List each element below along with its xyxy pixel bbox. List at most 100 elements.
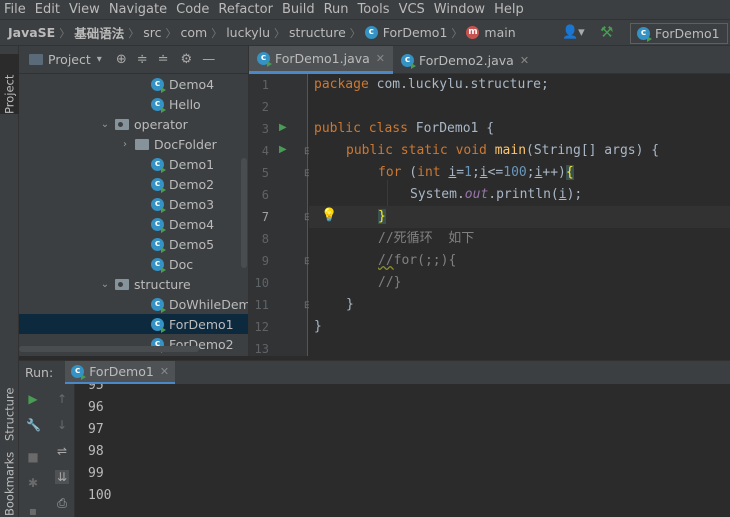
tree-item[interactable]: c Demo4 xyxy=(19,214,248,234)
print-icon[interactable]: ⎙ xyxy=(55,496,69,510)
breadcrumb-class[interactable]: c ForDemo1 xyxy=(364,25,447,40)
console-output[interactable]: 95 96 97 98 99 100 xyxy=(75,384,730,517)
chevron-right-icon: 〉 xyxy=(211,26,223,40)
menu-refactor[interactable]: Refactor xyxy=(214,0,278,19)
menu-build[interactable]: Build xyxy=(278,0,320,19)
breadcrumb-project[interactable]: JavaSE xyxy=(8,25,55,40)
line-number: 1 xyxy=(261,78,269,92)
menu-tools[interactable]: Tools xyxy=(354,0,395,19)
soft-wrap-icon[interactable]: ⇌ xyxy=(55,444,69,458)
gear-icon[interactable]: ⚙ xyxy=(181,52,193,67)
breadcrumb-structure[interactable]: structure xyxy=(289,25,346,40)
wrench-icon[interactable]: 🔧 xyxy=(26,418,41,432)
layout-icon[interactable]: ▪ xyxy=(26,504,40,517)
run-config-select[interactable]: c ForDemo1 xyxy=(630,23,728,44)
code-line-4: public static void main(String[] args) { xyxy=(346,143,660,158)
menu-run[interactable]: Run xyxy=(320,0,354,19)
tree-item[interactable]: c Demo3 xyxy=(19,194,248,214)
tree-item[interactable]: c Demo4 xyxy=(19,74,248,94)
stop-icon[interactable]: ■ xyxy=(26,450,40,464)
close-icon[interactable]: ✕ xyxy=(376,52,385,65)
debug-icon[interactable]: ✱ xyxy=(26,476,40,490)
code-line-7: } xyxy=(378,209,386,224)
line-number: 8 xyxy=(261,232,269,246)
breadcrumb-src[interactable]: src xyxy=(143,25,161,40)
close-icon[interactable]: ✕ xyxy=(160,365,169,378)
minimize-icon[interactable]: — xyxy=(202,52,215,67)
run-gutter-icon[interactable]: ▶ xyxy=(279,144,287,155)
lightbulb-icon[interactable]: 💡 xyxy=(321,208,337,223)
tree-item[interactable]: › DocFolder xyxy=(19,134,248,154)
chevron-down-icon[interactable]: ▾ xyxy=(97,54,102,65)
left-tool-strip: Project Structure Bookmarks xyxy=(0,46,19,517)
tree-item[interactable]: c Hello xyxy=(19,94,248,114)
menu-help[interactable]: Help xyxy=(490,0,529,19)
method-icon: m xyxy=(466,26,480,39)
class-icon: c xyxy=(151,97,166,113)
tree-item[interactable]: c Demo1 xyxy=(19,154,248,174)
tab-fordemo2[interactable]: c ForDemo2.java ✕ xyxy=(393,46,537,74)
tab-fordemo1[interactable]: c ForDemo1.java ✕ xyxy=(249,46,394,74)
code-editor[interactable]: 💡 package com.luckylu.structure; public … xyxy=(309,74,730,356)
scroll-down-icon[interactable]: ↓ xyxy=(55,418,69,432)
tree-item[interactable]: c Demo2 xyxy=(19,174,248,194)
tree-item[interactable]: c ForDemo1 xyxy=(19,314,248,334)
scroll-up-icon[interactable]: ↑ xyxy=(55,392,69,406)
menu-navigate[interactable]: Navigate xyxy=(105,0,172,19)
console-line: 99 xyxy=(88,466,104,481)
menu-file[interactable]: File xyxy=(0,0,31,19)
close-icon[interactable]: ✕ xyxy=(520,54,529,67)
breadcrumb-method[interactable]: m main xyxy=(466,25,516,40)
menu-view[interactable]: View xyxy=(65,0,105,19)
editor-tab-bar: c ForDemo1.java ✕ c ForDemo2.java ✕ xyxy=(249,46,730,74)
locate-icon[interactable]: ⊕ xyxy=(116,52,127,67)
line-number: 2 xyxy=(261,100,269,114)
code-line-6: System.out.println(i); xyxy=(410,187,583,202)
tree-item[interactable]: c Doc xyxy=(19,254,248,274)
collapse-all-icon[interactable]: ≐ xyxy=(158,52,169,67)
menu-code[interactable]: Code xyxy=(172,0,214,19)
tree-item[interactable]: cDoWhileDemo xyxy=(19,294,248,314)
project-view-icon xyxy=(29,54,43,65)
tree-scrollbar[interactable] xyxy=(241,158,247,268)
menu-vcs[interactable]: VCS xyxy=(395,0,430,19)
line-number: 11 xyxy=(254,298,269,312)
run-gutter-icon[interactable]: ▶ xyxy=(279,122,287,133)
tree-item[interactable]: c Demo5 xyxy=(19,234,248,254)
project-view-select[interactable]: Project xyxy=(48,52,91,67)
menu-window[interactable]: Window xyxy=(430,0,490,19)
run-panel-header: Run: c ForDemo1 ✕ xyxy=(19,360,730,385)
code-line-5: for (int i=1;i<=100;i++){ xyxy=(378,165,574,180)
code-line-8: //死循环 如下 xyxy=(378,231,475,246)
breadcrumb-module[interactable]: 基础语法 xyxy=(74,23,124,42)
tree-item[interactable]: ⌄ operator xyxy=(19,114,248,134)
build-hammer-icon[interactable]: ⚒ xyxy=(600,23,613,41)
line-number: 4 xyxy=(261,144,269,158)
breadcrumb-luckylu[interactable]: luckylu xyxy=(226,25,270,40)
chevron-right-icon[interactable]: › xyxy=(119,139,131,150)
run-tab[interactable]: c ForDemo1 ✕ xyxy=(65,360,176,385)
chevron-down-icon[interactable]: ⌄ xyxy=(99,119,111,130)
tab-structure-tool[interactable]: Structure xyxy=(0,371,19,442)
scroll-to-end-icon[interactable]: ⇊ xyxy=(55,470,69,484)
code-line-9: //for(;;){ xyxy=(378,253,457,268)
tree-item-label: structure xyxy=(134,276,191,292)
console-line: 98 xyxy=(88,444,104,459)
expand-all-icon[interactable]: ≑ xyxy=(137,52,148,67)
breadcrumb-com[interactable]: com xyxy=(180,25,207,40)
indent-guide xyxy=(387,180,388,206)
run-label: Run: xyxy=(25,365,54,380)
code-line-12: } xyxy=(314,319,322,334)
tree-horizontal-scrollbar[interactable] xyxy=(19,346,199,352)
tab-project-tool[interactable]: Project xyxy=(0,54,19,114)
tree-item-label: DoWhileDemo xyxy=(169,296,248,312)
chevron-down-icon[interactable]: ⌄ xyxy=(99,279,111,290)
user-icon[interactable]: 👤▾ xyxy=(562,25,585,40)
class-icon: c xyxy=(151,237,166,253)
tree-item-label: Demo2 xyxy=(169,176,215,192)
tree-item[interactable]: ⌄ structure xyxy=(19,274,248,294)
menu-edit[interactable]: Edit xyxy=(31,0,65,19)
tree-item-label: operator xyxy=(134,116,188,132)
tab-bookmarks-tool[interactable]: Bookmarks xyxy=(0,452,19,516)
rerun-icon[interactable]: ▶ xyxy=(26,392,40,406)
